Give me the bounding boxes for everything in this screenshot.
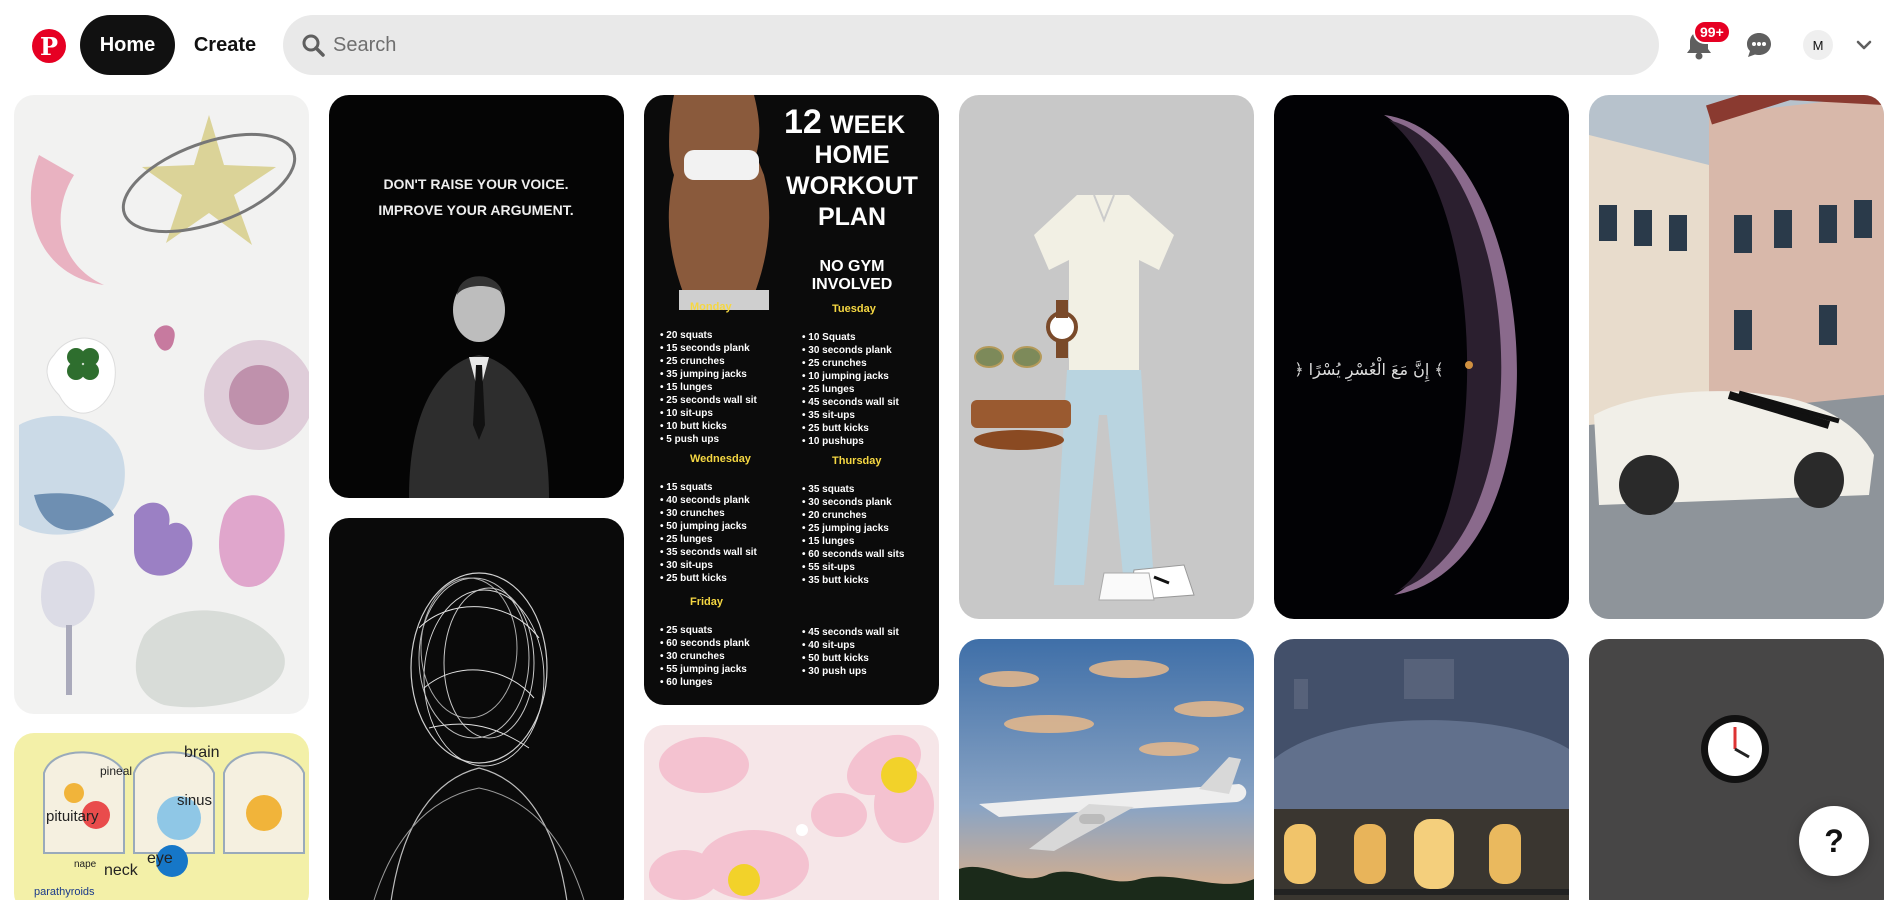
workout-day-heading: Thursday: [832, 455, 882, 467]
workout-exercise-item: • 35 sit-ups: [802, 410, 855, 421]
workout-exercise-item: • 30 seconds plank: [802, 345, 892, 356]
notification-count-badge: 99+: [1693, 20, 1731, 44]
workout-exercise-item: • 20 squats: [660, 330, 713, 341]
pin-wire-head[interactable]: [329, 518, 624, 900]
workout-exercise-item: • 10 sit-ups: [660, 408, 713, 419]
workout-exercise-item: • 30 push ups: [802, 666, 867, 677]
workout-exercise-item: • 45 seconds wall sit: [802, 397, 900, 408]
brain-label-pituitary: pituitary: [46, 808, 99, 825]
workout-exercise-item: • 35 squats: [802, 484, 855, 495]
workout-exercise-item: • 30 crunches: [660, 651, 725, 662]
workout-day-heading: Tuesday: [832, 303, 877, 315]
workout-title-workout: WORKOUT: [786, 172, 918, 200]
workout-exercise-item: • 10 jumping jacks: [802, 371, 889, 382]
pin-glass-shapes[interactable]: [14, 95, 309, 714]
workout-exercise-item: • 55 jumping jacks: [660, 664, 747, 675]
workout-exercise-item: • 40 seconds plank: [660, 495, 750, 506]
workout-title-week: WEEK: [830, 111, 905, 139]
brain-label-eye: eye: [147, 850, 173, 867]
workout-title-plan: PLAN: [818, 203, 886, 231]
workout-exercise-item: • 25 butt kicks: [660, 573, 727, 584]
workout-exercise-item: • 35 butt kicks: [802, 575, 869, 586]
workout-exercise-item: • 60 seconds wall sits: [802, 549, 905, 560]
brain-label-brain: brain: [184, 744, 220, 761]
workout-exercise-item: • 45 seconds wall sit: [802, 627, 900, 638]
workout-exercise-item: • 30 crunches: [660, 508, 725, 519]
workout-title-home: HOME: [815, 141, 890, 169]
chevron-down-icon: [1856, 40, 1872, 50]
quote-line-2: IMPROVE YOUR ARGUMENT.: [378, 202, 573, 218]
workout-exercise-item: • 25 crunches: [660, 356, 725, 367]
pin-brain-chart[interactable]: brain pineal pituitary sinus eye nape ne…: [14, 733, 309, 900]
messages-button[interactable]: [1735, 21, 1783, 69]
workout-day-heading: Wednesday: [690, 453, 752, 465]
brain-label-parathyroids: parathyroids: [34, 886, 95, 898]
workout-exercise-item: • 25 butt kicks: [802, 423, 869, 434]
workout-subtitle-2: INVOLVED: [812, 276, 893, 293]
workout-exercise-item: • 35 jumping jacks: [660, 369, 747, 380]
workout-exercise-item: • 15 lunges: [660, 382, 713, 393]
workout-exercise-item: • 15 lunges: [802, 536, 855, 547]
search-bar[interactable]: [283, 15, 1659, 75]
workout-exercise-item: • 50 butt kicks: [802, 653, 869, 664]
account-menu-button[interactable]: [1851, 32, 1877, 58]
workout-exercise-item: • 50 jumping jacks: [660, 521, 747, 532]
workout-exercise-item: • 30 seconds plank: [802, 497, 892, 508]
workout-exercise-item: • 10 butt kicks: [660, 421, 727, 432]
workout-exercise-item: • 25 seconds wall sit: [660, 395, 758, 406]
workout-exercise-item: • 5 push ups: [660, 434, 720, 445]
workout-exercise-item: • 55 sit-ups: [802, 562, 855, 573]
search-input[interactable]: [333, 15, 1633, 75]
pinterest-logo-icon[interactable]: P: [32, 29, 66, 63]
pin-building[interactable]: [1274, 639, 1569, 900]
chat-bubble-icon: [1747, 33, 1771, 57]
workout-exercise-item: • 60 seconds plank: [660, 638, 750, 649]
workout-exercise-item: • 10 pushups: [802, 436, 864, 447]
workout-day-heading: Monday: [690, 301, 732, 313]
user-avatar[interactable]: M: [1803, 30, 1833, 60]
top-nav: P Home Create 99+ M: [0, 0, 1892, 92]
workout-exercise-item: • 15 squats: [660, 482, 713, 493]
brain-label-nape: nape: [74, 859, 97, 870]
workout-exercise-item: • 20 crunches: [802, 510, 867, 521]
workout-exercise-item: • 25 jumping jacks: [802, 523, 889, 534]
search-icon: [302, 34, 325, 57]
home-tab[interactable]: Home: [80, 15, 175, 75]
pin-crescent[interactable]: ﴿ إِنَّ مَعَ الْعُسْرِ يُسْرًا ﴾: [1274, 95, 1569, 619]
quote-line-1: DON'T RAISE YOUR VOICE.: [383, 176, 568, 192]
brain-label-pineal: pineal: [100, 764, 132, 778]
workout-exercise-item: • 25 crunches: [802, 358, 867, 369]
create-tab[interactable]: Create: [185, 15, 265, 75]
workout-exercise-item: • 25 lunges: [802, 384, 855, 395]
brain-label-neck: neck: [104, 862, 139, 879]
workout-subtitle-1: NO GYM: [820, 258, 885, 275]
workout-exercise-item: • 30 sit-ups: [660, 560, 713, 571]
pin-flowers[interactable]: [644, 725, 939, 900]
workout-exercise-item: • 40 sit-ups: [802, 640, 855, 651]
workout-exercise-item: • 60 lunges: [660, 677, 713, 688]
help-button[interactable]: ?: [1799, 806, 1869, 876]
workout-exercise-item: • 15 seconds plank: [660, 343, 750, 354]
workout-exercise-item: • 35 seconds wall sit: [660, 547, 758, 558]
workout-exercise-item: • 25 lunges: [660, 534, 713, 545]
pin-car[interactable]: [1589, 95, 1884, 619]
brain-label-sinus: sinus: [177, 792, 212, 809]
workout-exercise-item: • 25 squats: [660, 625, 713, 636]
crescent-verse-text: ﴿ إِنَّ مَعَ الْعُسْرِ يُسْرًا ﴾: [1294, 357, 1444, 382]
pin-plane[interactable]: [959, 639, 1254, 900]
pin-quote[interactable]: DON'T RAISE YOUR VOICE. IMPROVE YOUR ARG…: [329, 95, 624, 498]
pin-workout-plan[interactable]: 12 WEEK HOME WORKOUT PLAN NO GYM INVOLVE…: [644, 95, 939, 705]
workout-exercise-item: • 10 Squats: [802, 332, 856, 343]
pin-outfit[interactable]: [959, 95, 1254, 619]
workout-day-heading: Friday: [690, 596, 724, 608]
workout-title-number: 12: [784, 103, 822, 141]
